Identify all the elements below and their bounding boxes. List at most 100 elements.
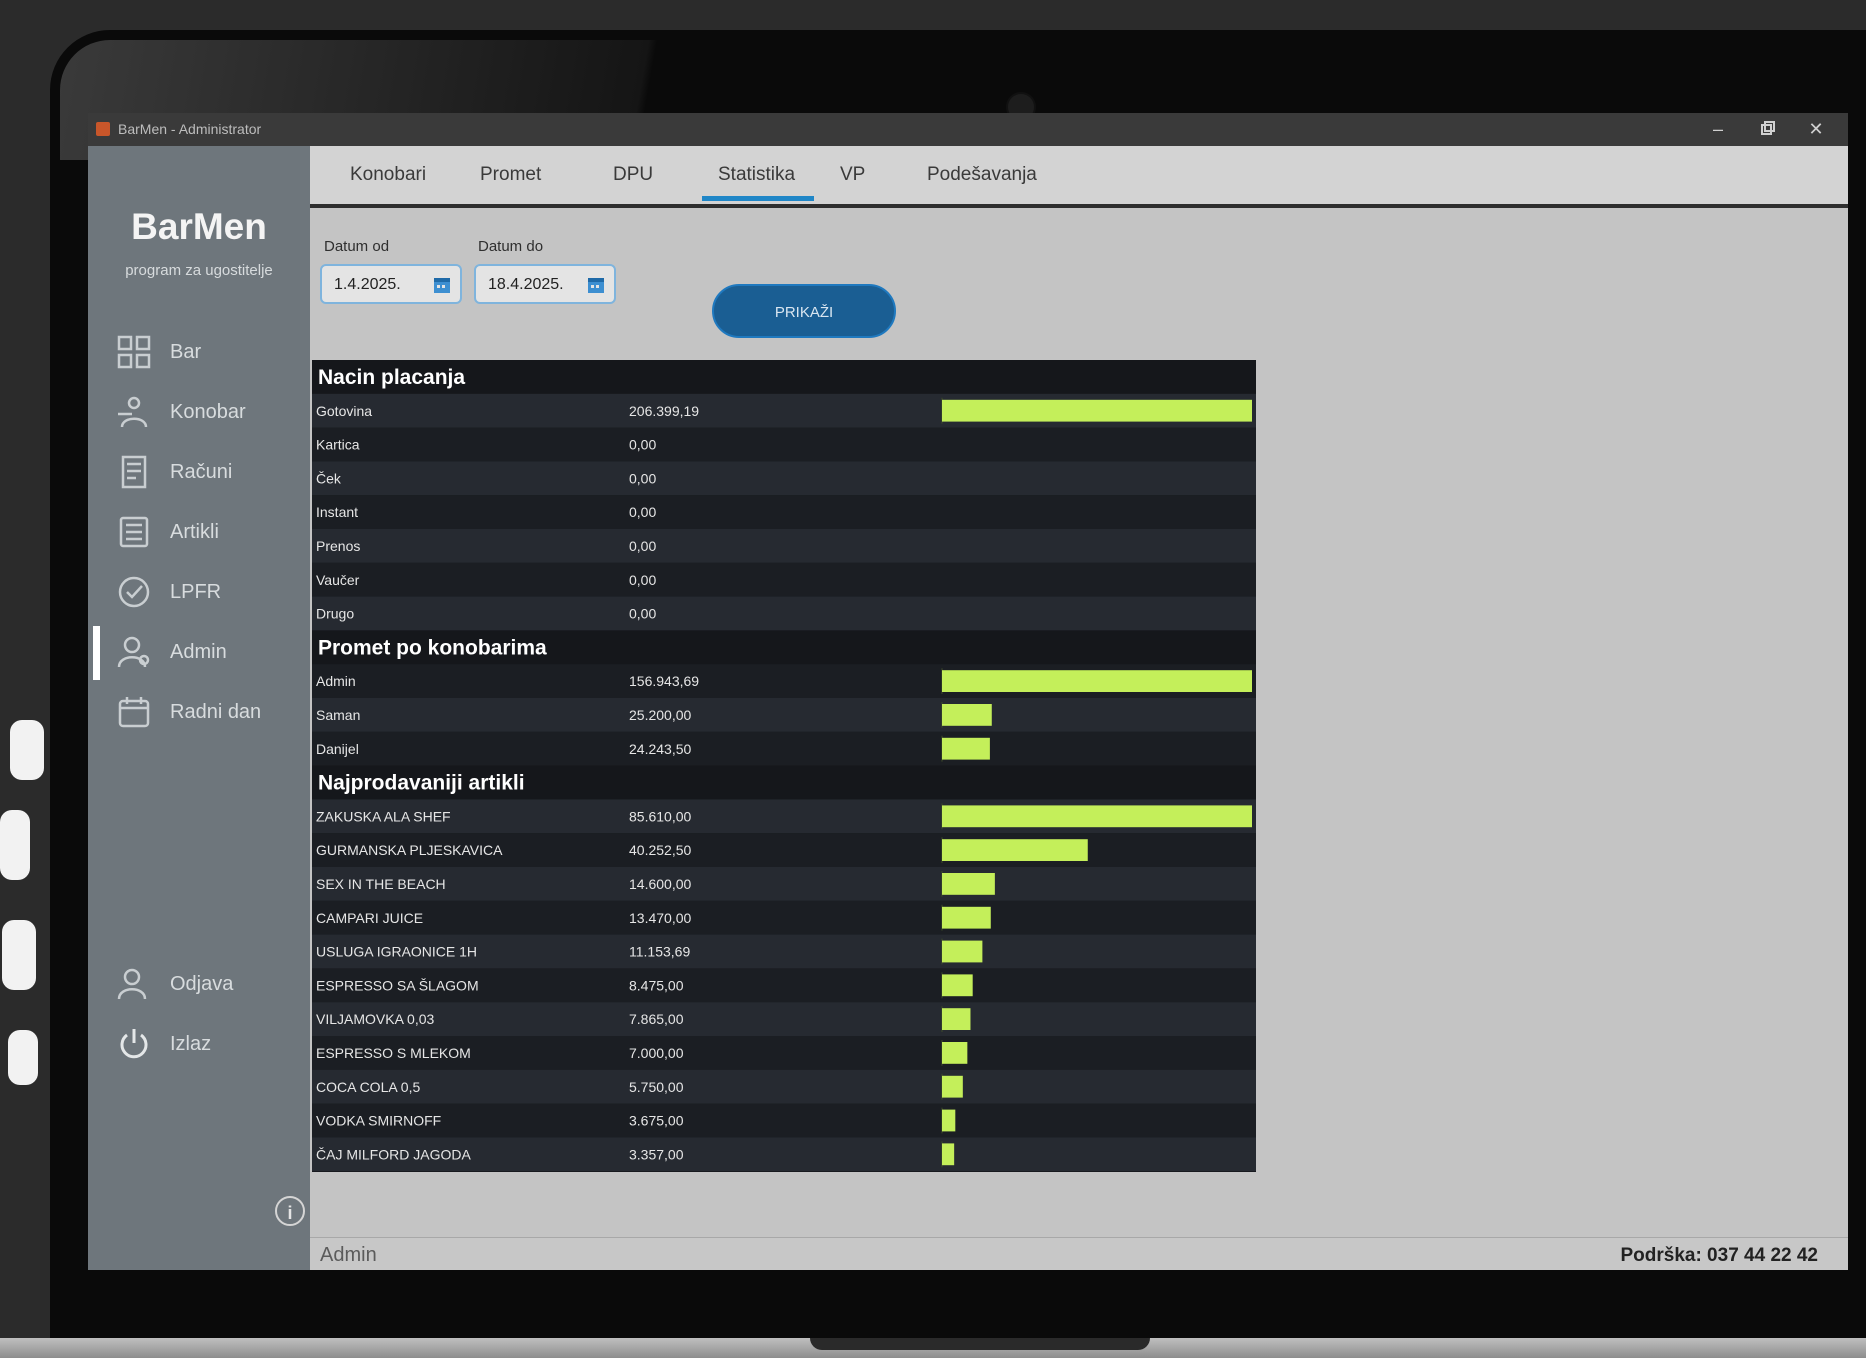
row-label: ESPRESSO S MLEKOM <box>316 1045 471 1061</box>
row-label: GURMANSKA PLJESKAVICA <box>316 842 503 858</box>
sidebar-item-lpfr[interactable]: LPFR <box>88 562 310 622</box>
tab-dpu[interactable]: DPU <box>613 164 653 186</box>
date-to-value: 18.4.2025. <box>488 276 564 293</box>
sidebar-item-racuni[interactable]: Računi <box>88 442 310 502</box>
value-bar <box>942 805 1252 828</box>
row-label: Gotovina <box>316 403 372 419</box>
table-row <box>312 1103 1256 1138</box>
value-bar <box>942 839 1088 861</box>
sidebar-item-izlaz[interactable]: Izlaz <box>88 1014 310 1074</box>
tab-statistika[interactable]: Statistika <box>718 164 795 186</box>
title-bar: BarMen - Administrator – ✕ <box>88 113 1848 146</box>
row-label: Saman <box>316 707 360 723</box>
value-bar <box>942 399 1252 422</box>
lpfr-icon <box>118 576 150 608</box>
value-bar <box>942 1008 971 1030</box>
table-row <box>312 596 1256 631</box>
sidebar-item-label: Admin <box>170 641 227 663</box>
table-row <box>312 867 1256 901</box>
calendar-icon[interactable] <box>586 275 606 295</box>
waiter-icon <box>118 396 148 428</box>
info-icon[interactable]: i <box>275 1196 305 1226</box>
sidebar-item-label: Računi <box>170 461 233 483</box>
value-bar <box>942 737 990 760</box>
sidebar-item-artikli[interactable]: Artikli <box>88 502 310 562</box>
value-bar <box>942 1143 955 1166</box>
articles-icon <box>119 516 149 548</box>
row-value: 156.943,69 <box>629 673 699 689</box>
row-label: ESPRESSO SA ŠLAGOM <box>316 977 479 993</box>
row-value: 25.200,00 <box>629 707 691 723</box>
value-bar <box>942 1075 963 1098</box>
table-row <box>312 698 1256 732</box>
statistics-chart: Nacin placanja Gotovina 206.399,19 Kartica 0… <box>312 360 1256 1172</box>
sidebar-item-label: Radni dan <box>170 701 262 723</box>
sidebar-item-label: Bar <box>170 341 202 363</box>
status-user: Admin <box>320 1244 377 1266</box>
row-value: 40.252,50 <box>629 842 691 858</box>
row-label: CAMPARI JUICE <box>316 910 423 926</box>
restore-icon <box>1761 121 1775 135</box>
row-label: VODKA SMIRNOFF <box>316 1113 441 1129</box>
main-panel: Konobari Promet DPU Statistika VP Podeša… <box>310 146 1848 1237</box>
row-label: Drugo <box>316 606 354 622</box>
table-row <box>312 1002 1256 1036</box>
sidebar-item-admin[interactable]: Admin <box>88 622 310 682</box>
row-value: 5.750,00 <box>629 1079 684 1095</box>
sidebar-item-konobar[interactable]: Konobar <box>88 382 310 442</box>
row-value: 7.865,00 <box>629 1011 684 1027</box>
value-bar <box>942 1042 968 1064</box>
row-label: Admin <box>316 673 356 689</box>
window-title: BarMen - Administrator <box>118 121 262 137</box>
sidebar-item-bar[interactable]: Bar <box>88 322 310 382</box>
statistics-table: Nacin placanja Gotovina 206.399,19 Kartica 0… <box>312 360 1256 1172</box>
table-row <box>312 1069 1256 1104</box>
logout-user-icon <box>117 968 147 1000</box>
section-title: Najprodavaniji artikli <box>318 772 525 795</box>
table-row <box>312 461 1256 496</box>
sidebar-item-label: LPFR <box>170 581 222 603</box>
sidebar-item-radni-dan[interactable]: Radni dan <box>88 682 310 742</box>
row-label: Prenos <box>316 538 360 554</box>
row-label: ZAKUSKA ALA SHEF <box>316 808 451 824</box>
brand-name: BarMen <box>131 206 267 247</box>
row-value: 0,00 <box>629 504 656 520</box>
admin-user-icon <box>117 636 150 668</box>
row-value: 13.470,00 <box>629 910 691 926</box>
sidebar: BarMen program za ugostitelje Bar Konoba… <box>88 146 310 1270</box>
close-button[interactable]: ✕ <box>1796 117 1836 141</box>
row-label: ČAJ MILFORD JAGODA <box>316 1146 471 1162</box>
row-label: Vaučer <box>316 572 360 588</box>
date-from-picker[interactable]: 1.4.2025. <box>320 264 462 304</box>
row-label: VILJAMOVKA 0,03 <box>316 1011 434 1027</box>
row-label: COCA COLA 0,5 <box>316 1079 420 1095</box>
calendar-icon[interactable] <box>432 275 452 295</box>
row-label: Ček <box>316 470 342 486</box>
tab-vp[interactable]: VP <box>840 164 865 186</box>
tab-podesavanja[interactable]: Podešavanja <box>927 164 1037 186</box>
sidebar-item-label: Artikli <box>170 521 219 543</box>
row-label: Instant <box>316 504 358 520</box>
row-label: Danijel <box>316 741 359 757</box>
value-bar <box>942 974 973 997</box>
workday-icon <box>118 697 150 728</box>
sidebar-item-label: Konobar <box>170 401 246 423</box>
row-value: 0,00 <box>629 470 656 486</box>
table-row <box>312 427 1256 462</box>
restore-button[interactable] <box>1748 117 1788 141</box>
date-from-label: Datum od <box>324 238 390 255</box>
sidebar-item-odjava[interactable]: Odjava <box>88 954 310 1014</box>
row-value: 3.357,00 <box>629 1146 684 1162</box>
tab-promet[interactable]: Promet <box>480 164 541 186</box>
show-button[interactable]: PRIKAŽI <box>712 284 896 338</box>
value-bar <box>942 906 991 929</box>
minimize-button[interactable]: – <box>1698 117 1738 141</box>
brand-subtitle: program za ugostitelje <box>125 262 273 279</box>
row-value: 11.153,69 <box>629 944 690 960</box>
row-value: 14.600,00 <box>629 876 691 892</box>
date-to-picker[interactable]: 18.4.2025. <box>474 264 616 304</box>
row-label: SEX IN THE BEACH <box>316 876 446 892</box>
table-row <box>312 529 1256 563</box>
tab-konobari[interactable]: Konobari <box>350 164 426 186</box>
row-value: 0,00 <box>629 538 656 554</box>
